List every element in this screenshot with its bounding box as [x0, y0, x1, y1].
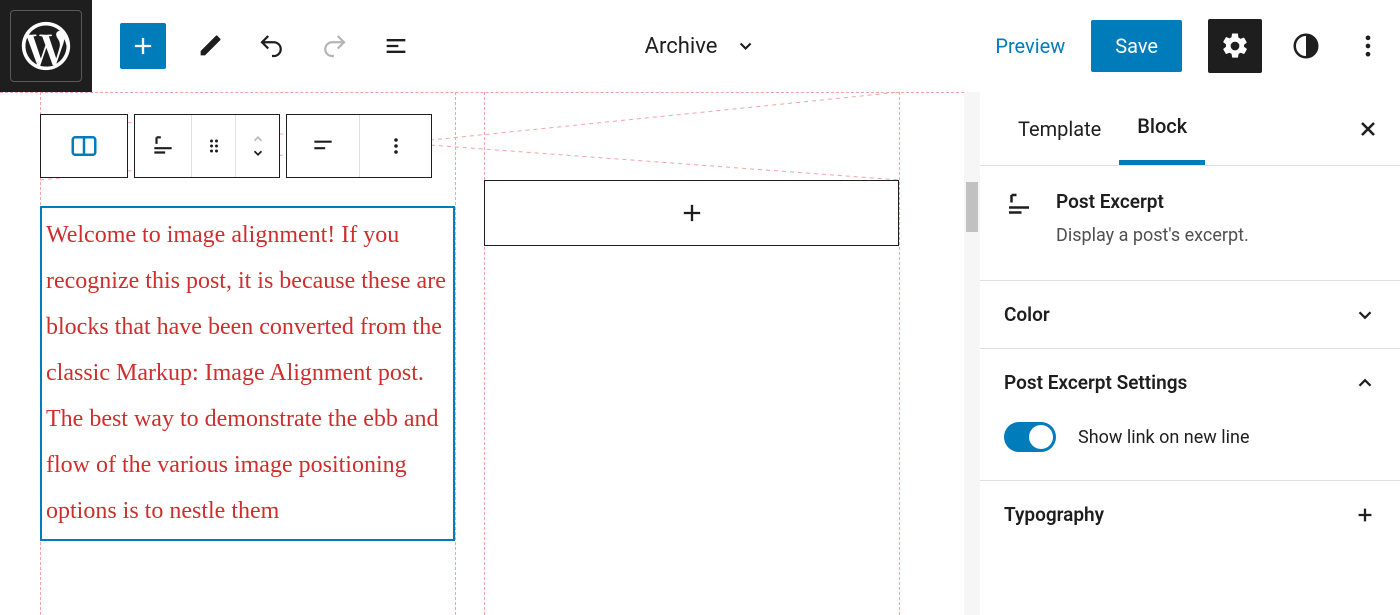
document-title-text: Archive: [645, 34, 718, 59]
panel-title: Post Excerpt Settings: [1004, 371, 1187, 394]
close-sidebar-button[interactable]: [1356, 117, 1380, 141]
close-icon: [1356, 117, 1380, 141]
block-info: Post Excerpt Display a post's excerpt.: [980, 166, 1400, 281]
panel-title: Typography: [1004, 503, 1104, 526]
top-bar: Archive Preview Save: [0, 0, 1400, 92]
drag-icon: [204, 136, 224, 156]
align-left-icon: [310, 133, 336, 159]
move-updown[interactable]: [235, 115, 279, 177]
block-parent-button[interactable]: [135, 115, 191, 177]
canvas-scrollbar[interactable]: [964, 92, 980, 615]
tab-block[interactable]: Block: [1119, 92, 1205, 165]
panel-title: Color: [1004, 303, 1050, 326]
add-block-placeholder[interactable]: [484, 180, 899, 246]
layout-guide: [0, 92, 964, 93]
plus-icon: [129, 32, 157, 60]
plus-icon: [678, 199, 706, 227]
columns-icon: [69, 131, 99, 161]
chevron-down-icon: [1354, 304, 1376, 326]
block-more-button[interactable]: [359, 115, 431, 177]
save-button[interactable]: Save: [1091, 20, 1182, 72]
wp-logo-home[interactable]: [0, 0, 92, 92]
list-view-icon: [382, 32, 410, 60]
pencil-icon: [196, 32, 224, 60]
chevron-down-icon: [735, 36, 755, 56]
edit-mode-button[interactable]: [192, 28, 228, 64]
toggle-show-link-new-line: Show link on new line: [1004, 422, 1376, 452]
block-toolbar: [40, 114, 432, 178]
excerpt-text: Welcome to image alignment! If you recog…: [46, 222, 446, 524]
panel-settings-head[interactable]: Post Excerpt Settings: [980, 349, 1400, 416]
block-description: Display a post's excerpt.: [1056, 225, 1249, 246]
panel-typography: Typography: [980, 481, 1400, 548]
panel-color-head[interactable]: Color: [980, 281, 1400, 348]
align-button[interactable]: [287, 115, 359, 177]
tab-template[interactable]: Template: [1000, 92, 1119, 165]
contrast-icon: [1291, 31, 1321, 61]
redo-icon: [319, 31, 349, 61]
chevron-up-icon: [1354, 372, 1376, 394]
preview-button[interactable]: Preview: [995, 34, 1065, 58]
settings-sidebar: Template Block Post Excerpt Display a po…: [980, 92, 1400, 615]
more-vertical-icon: [1354, 32, 1382, 60]
plus-icon: [1354, 504, 1376, 526]
layout-guide: [484, 92, 485, 615]
more-vertical-icon: [384, 134, 408, 158]
editor-body: Welcome to image alignment! If you recog…: [0, 92, 1400, 615]
wordpress-icon: [17, 17, 75, 75]
layout-guide: [899, 92, 900, 615]
sidebar-tabs: Template Block: [980, 92, 1400, 166]
undo-button[interactable]: [254, 28, 290, 64]
panel-settings: Post Excerpt Settings Show link on new l…: [980, 349, 1400, 481]
undo-icon: [257, 31, 287, 61]
styles-button[interactable]: [1288, 28, 1324, 64]
chevron-down-icon: [249, 146, 267, 160]
toggle-label: Show link on new line: [1078, 427, 1250, 448]
toggle-switch[interactable]: [1004, 422, 1056, 452]
panel-color: Color: [980, 281, 1400, 349]
editor-canvas[interactable]: Welcome to image alignment! If you recog…: [0, 92, 964, 615]
excerpt-icon: [150, 133, 176, 159]
chevron-up-icon: [249, 132, 267, 146]
drag-handle[interactable]: [191, 115, 235, 177]
settings-button[interactable]: [1208, 19, 1262, 73]
more-options-button[interactable]: [1350, 28, 1386, 64]
block-type-button[interactable]: [41, 115, 127, 177]
post-excerpt-block[interactable]: Welcome to image alignment! If you recog…: [40, 206, 455, 541]
panel-typography-head[interactable]: Typography: [980, 481, 1400, 548]
toolbar-left: [120, 23, 414, 69]
block-title: Post Excerpt: [1056, 190, 1249, 213]
layout-guide: [455, 92, 456, 615]
add-block-button[interactable]: [120, 23, 166, 69]
excerpt-icon: [1004, 190, 1034, 220]
document-title[interactable]: Archive: [645, 34, 756, 59]
list-view-button[interactable]: [378, 28, 414, 64]
redo-button: [316, 28, 352, 64]
scrollbar-thumb[interactable]: [966, 182, 978, 232]
toolbar-right: Preview Save: [995, 19, 1386, 73]
gear-icon: [1220, 31, 1250, 61]
